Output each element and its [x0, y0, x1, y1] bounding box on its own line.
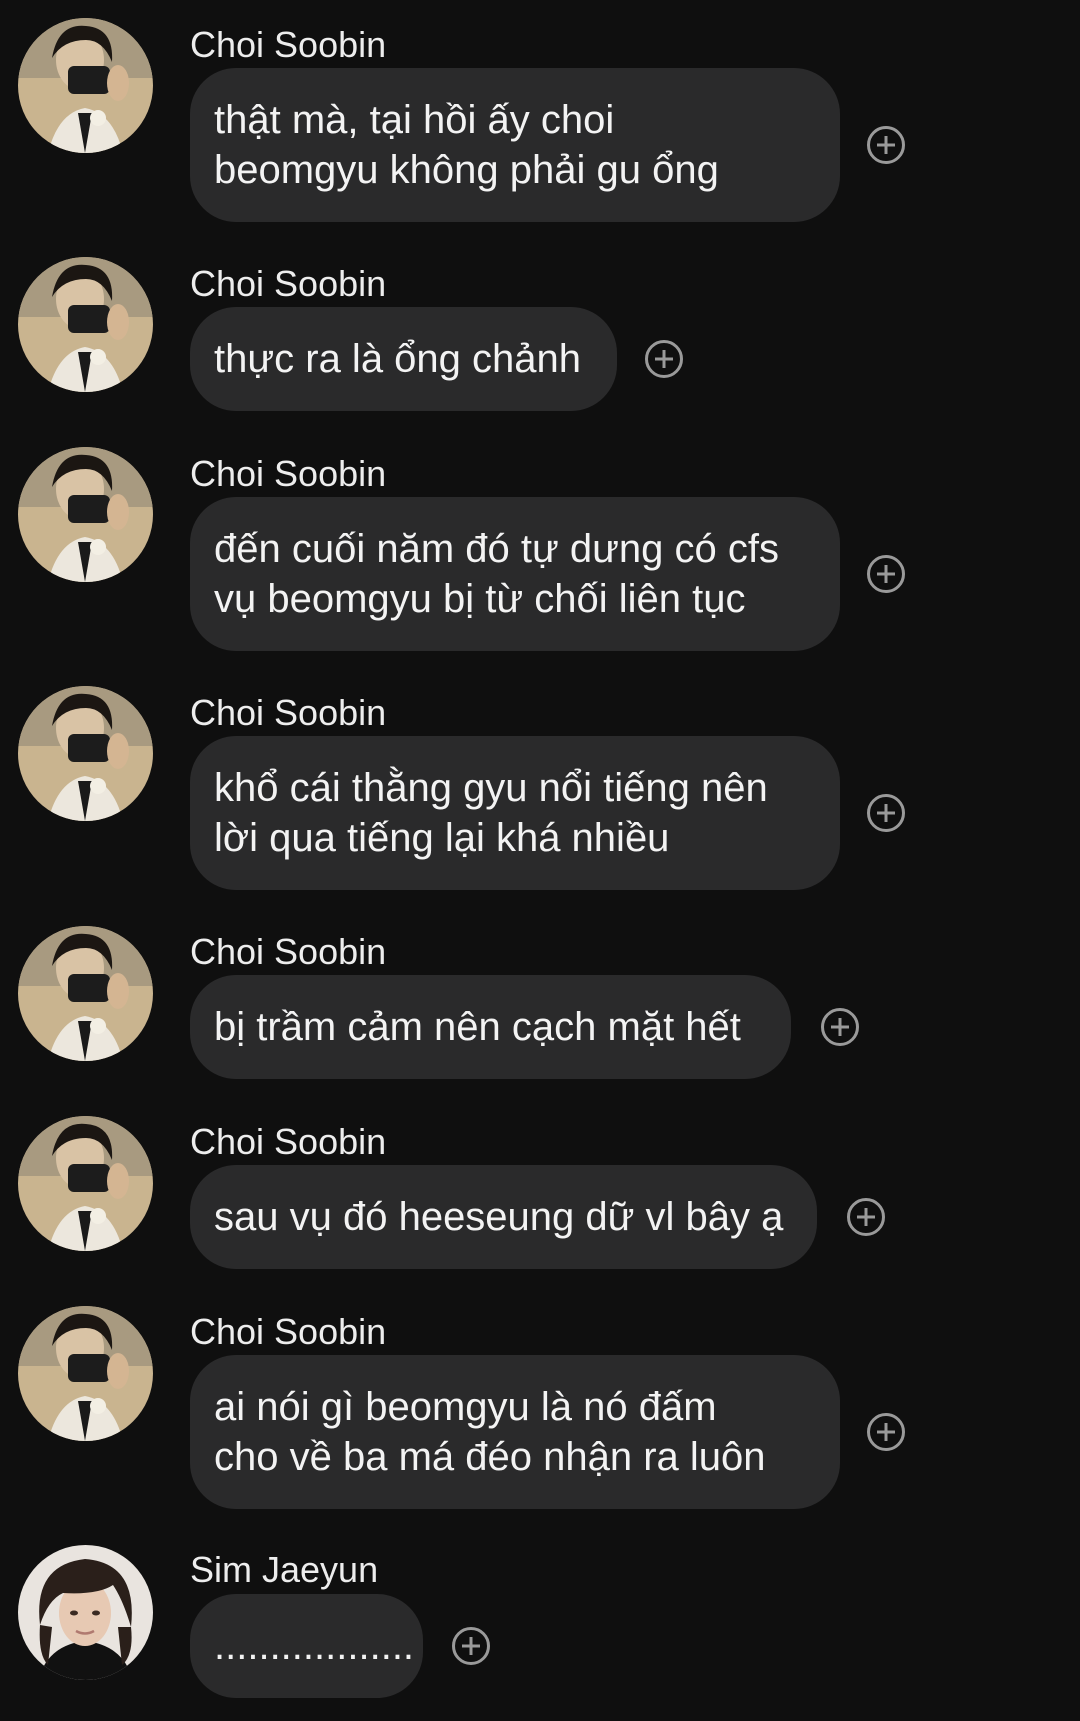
sender-name: Choi Soobin	[190, 692, 387, 733]
avatar[interactable]	[18, 447, 153, 582]
message-text: khổ cái thằng gyu nổi tiếng nên lời qua …	[214, 766, 768, 860]
message-bubble[interactable]: đến cuối năm đó tự dưng có cfs vụ beomgy…	[190, 497, 840, 651]
message-bubble[interactable]: khổ cái thằng gyu nổi tiếng nên lời qua …	[190, 736, 840, 890]
sender-name: Choi Soobin	[190, 931, 387, 972]
message-bubble[interactable]: ai nói gì beomgyu là nó đấm cho về ba má…	[190, 1355, 840, 1509]
message-text: đến cuối năm đó tự dưng có cfs vụ beomgy…	[214, 527, 779, 621]
add-reaction-icon[interactable]	[452, 1627, 490, 1665]
message-bubble[interactable]: thật mà, tại hồi ấy choi beomgyu không p…	[190, 68, 840, 222]
sender-name: Choi Soobin	[190, 1311, 387, 1352]
sender-name: Choi Soobin	[190, 1121, 387, 1162]
add-reaction-icon[interactable]	[867, 1413, 905, 1451]
add-reaction-icon[interactable]	[821, 1008, 859, 1046]
message-text: thực ra là ổng chảnh	[214, 337, 582, 381]
message-text: ai nói gì beomgyu là nó đấm cho về ba má…	[214, 1385, 766, 1479]
message-text: ..................	[214, 1624, 415, 1668]
avatar[interactable]	[18, 1545, 153, 1680]
avatar[interactable]	[18, 926, 153, 1061]
message-bubble[interactable]: bị trầm cảm nên cạch mặt hết	[190, 975, 791, 1079]
message-bubble[interactable]: sau vụ đó heeseung dữ vl bây ạ	[190, 1165, 817, 1269]
avatar[interactable]	[18, 686, 153, 821]
add-reaction-icon[interactable]	[645, 340, 683, 378]
message-bubble[interactable]: ..................	[190, 1594, 423, 1698]
message-text: bị trầm cảm nên cạch mặt hết	[214, 1005, 741, 1049]
sender-name: Choi Soobin	[190, 263, 387, 304]
message-text: thật mà, tại hồi ấy choi beomgyu không p…	[214, 98, 719, 192]
avatar[interactable]	[18, 1306, 153, 1441]
message-text: sau vụ đó heeseung dữ vl bây ạ	[214, 1195, 784, 1239]
avatar[interactable]	[18, 1116, 153, 1251]
avatar[interactable]	[18, 257, 153, 392]
sender-name: Choi Soobin	[190, 453, 387, 494]
message-bubble[interactable]: thực ra là ổng chảnh	[190, 307, 617, 411]
avatar[interactable]	[18, 18, 153, 153]
add-reaction-icon[interactable]	[867, 555, 905, 593]
sender-name: Sim Jaeyun	[190, 1549, 379, 1590]
add-reaction-icon[interactable]	[867, 126, 905, 164]
add-reaction-icon[interactable]	[847, 1198, 885, 1236]
sender-name: Choi Soobin	[190, 24, 387, 65]
add-reaction-icon[interactable]	[867, 794, 905, 832]
